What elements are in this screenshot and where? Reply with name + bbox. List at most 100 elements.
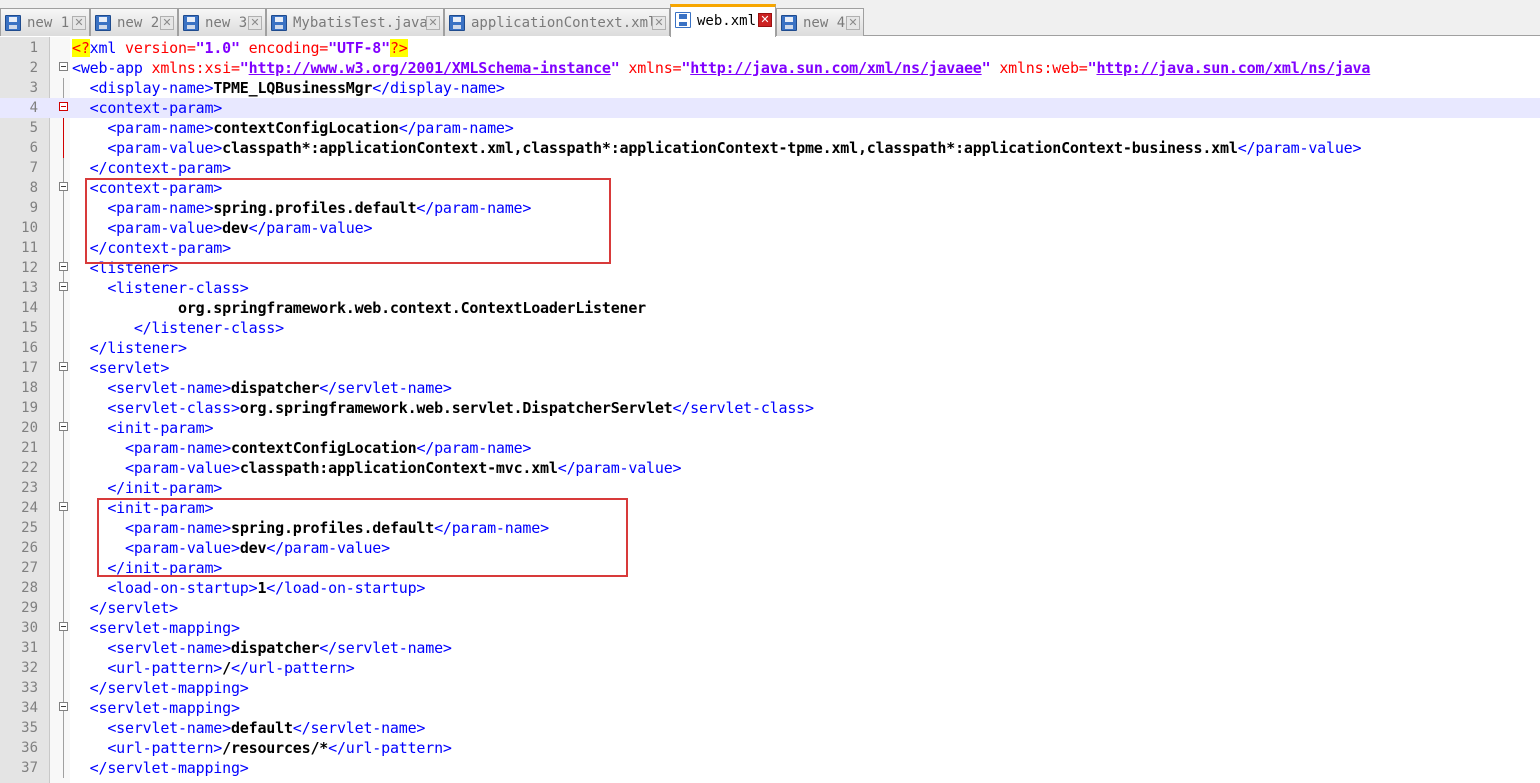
code-line[interactable]: 34 <servlet-mapping> — [0, 698, 1540, 718]
code-token: </context-param> — [89, 239, 231, 257]
tab-applicationcontext-xml[interactable]: applicationContext.xml ✕ — [444, 8, 670, 36]
fold-toggle-icon[interactable] — [59, 422, 68, 431]
tab-label: new 4 — [803, 15, 846, 31]
tab-web-xml[interactable]: web.xml ✕ — [670, 4, 776, 37]
code-token: </url-pattern> — [328, 739, 452, 757]
line-number: 4 — [29, 100, 38, 116]
tab-new-3[interactable]: new 3 ✕ — [178, 8, 266, 36]
code-token: <param-name> — [125, 439, 231, 457]
line-number: 33 — [21, 680, 38, 696]
code-text: <param-value>classpath:applicationContex… — [72, 458, 682, 478]
code-line[interactable]: 3 <display-name>TPME_LQBusinessMgr</disp… — [0, 78, 1540, 98]
code-token: <param-name> — [107, 199, 214, 217]
code-line[interactable]: 2 <web-app xmlns:xsi="http://www.w3.org/2… — [0, 58, 1540, 78]
code-token: classpath:applicationContext-mvc.xml — [239, 459, 558, 477]
code-token: spring.profiles.default — [213, 199, 417, 217]
close-icon[interactable]: ✕ — [846, 16, 860, 30]
close-icon[interactable]: ✕ — [248, 16, 262, 30]
code-line[interactable]: 18 <servlet-name>dispatcher</servlet-nam… — [0, 378, 1540, 398]
fold-toggle-icon[interactable] — [59, 282, 68, 291]
code-token: dev — [239, 539, 267, 557]
code-line[interactable]: 4 <context-param> — [0, 98, 1540, 118]
code-line[interactable]: 32 <url-pattern>/</url-pattern> — [0, 658, 1540, 678]
tab-label: MybatisTest.java — [293, 15, 428, 31]
code-token: </param-value> — [266, 539, 390, 557]
code-line[interactable]: 10 <param-value>dev</param-value> — [0, 218, 1540, 238]
code-text: </servlet> — [72, 598, 179, 618]
code-line[interactable]: 20 <init-param> — [0, 418, 1540, 438]
code-text: <servlet-name>dispatcher</servlet-name> — [72, 378, 452, 398]
code-line[interactable]: 11 </context-param> — [0, 238, 1540, 258]
fold-toggle-icon[interactable] — [59, 702, 68, 711]
fold-toggle-icon[interactable] — [59, 262, 68, 271]
code-line[interactable]: 31 <servlet-name>dispatcher</servlet-nam… — [0, 638, 1540, 658]
code-line[interactable]: 1 <?xml version="1.0" encoding="UTF-8"?> — [0, 38, 1540, 58]
tab-new-2[interactable]: new 2 ✕ — [90, 8, 178, 36]
fold-toggle-icon[interactable] — [59, 502, 68, 511]
code-line[interactable]: 36 <url-pattern>/resources/*</url-patter… — [0, 738, 1540, 758]
code-token: dev — [222, 219, 249, 237]
code-line[interactable]: 6 <param-value>classpath*:applicationCon… — [0, 138, 1540, 158]
close-icon[interactable]: ✕ — [72, 16, 86, 30]
close-icon[interactable]: ✕ — [426, 16, 440, 30]
code-line[interactable]: 37 </servlet-mapping> — [0, 758, 1540, 778]
code-line[interactable]: 9 <param-name>spring.profiles.default</p… — [0, 198, 1540, 218]
code-line[interactable]: 19 <servlet-class>org.springframework.we… — [0, 398, 1540, 418]
fold-toggle-icon[interactable] — [59, 622, 68, 631]
tab-new-4[interactable]: new 4 ✕ — [776, 8, 864, 36]
code-line[interactable]: 22 <param-value>classpath:applicationCon… — [0, 458, 1540, 478]
line-number: 30 — [21, 620, 38, 636]
code-line[interactable]: 17 <servlet> — [0, 358, 1540, 378]
code-line[interactable]: 29 </servlet> — [0, 598, 1540, 618]
close-icon[interactable]: ✕ — [758, 13, 772, 27]
code-line[interactable]: 26 <param-value>dev</param-value> — [0, 538, 1540, 558]
tab-new-1[interactable]: new 1 ✕ — [0, 8, 90, 36]
code-token: org.springframework.web.context.ContextL… — [177, 299, 647, 317]
code-line[interactable]: 5 <param-name>contextConfigLocation</par… — [0, 118, 1540, 138]
code-line[interactable]: 15 </listener-class> — [0, 318, 1540, 338]
fold-toggle-icon[interactable] — [59, 62, 68, 71]
code-token: <context-param> — [89, 99, 223, 117]
code-line[interactable]: 21 <param-name>contextConfigLocation</pa… — [0, 438, 1540, 458]
code-line[interactable]: 35 <servlet-name>default</servlet-name> — [0, 718, 1540, 738]
line-number: 26 — [21, 540, 38, 556]
code-line[interactable]: 14 org.springframework.web.context.Conte… — [0, 298, 1540, 318]
code-token: <display-name> — [89, 79, 214, 97]
close-icon[interactable]: ✕ — [160, 16, 174, 30]
fold-toggle-icon[interactable] — [59, 182, 68, 191]
tab-mybatistest-java[interactable]: MybatisTest.java ✕ — [266, 8, 444, 36]
code-line[interactable]: 28 <load-on-startup>1</load-on-startup> — [0, 578, 1540, 598]
code-token: <servlet-mapping> — [89, 619, 240, 637]
line-number: 10 — [21, 220, 38, 236]
code-text: <servlet-name>dispatcher</servlet-name> — [72, 638, 452, 658]
code-line[interactable]: 25 <param-name>spring.profiles.default</… — [0, 518, 1540, 538]
save-file-icon — [781, 15, 797, 31]
code-line[interactable]: 33 </servlet-mapping> — [0, 678, 1540, 698]
code-token: <servlet-name> — [107, 379, 231, 397]
code-editor[interactable]: 1 <?xml version="1.0" encoding="UTF-8"?> 2… — [0, 37, 1540, 783]
code-line[interactable]: 27 </init-param> — [0, 558, 1540, 578]
code-token: </servlet> — [89, 599, 179, 617]
fold-toggle-icon[interactable] — [59, 362, 68, 371]
code-token: </param-name> — [398, 119, 514, 137]
code-token: </servlet-class> — [672, 399, 814, 417]
code-line[interactable]: 23 </init-param> — [0, 478, 1540, 498]
code-line[interactable]: 16 </listener> — [0, 338, 1540, 358]
code-line[interactable]: 13 <listener-class> — [0, 278, 1540, 298]
save-file-icon — [95, 15, 111, 31]
code-line[interactable]: 12 <listener> — [0, 258, 1540, 278]
code-text: <servlet-mapping> — [72, 698, 240, 718]
fold-toggle-icon[interactable] — [59, 102, 68, 111]
code-line[interactable]: 7 </context-param> — [0, 158, 1540, 178]
code-token: <servlet-name> — [107, 639, 231, 657]
code-line[interactable]: 30 <servlet-mapping> — [0, 618, 1540, 638]
close-icon[interactable]: ✕ — [652, 16, 666, 30]
code-line[interactable]: 24 <init-param> — [0, 498, 1540, 518]
code-line[interactable]: 8 <context-param> — [0, 178, 1540, 198]
